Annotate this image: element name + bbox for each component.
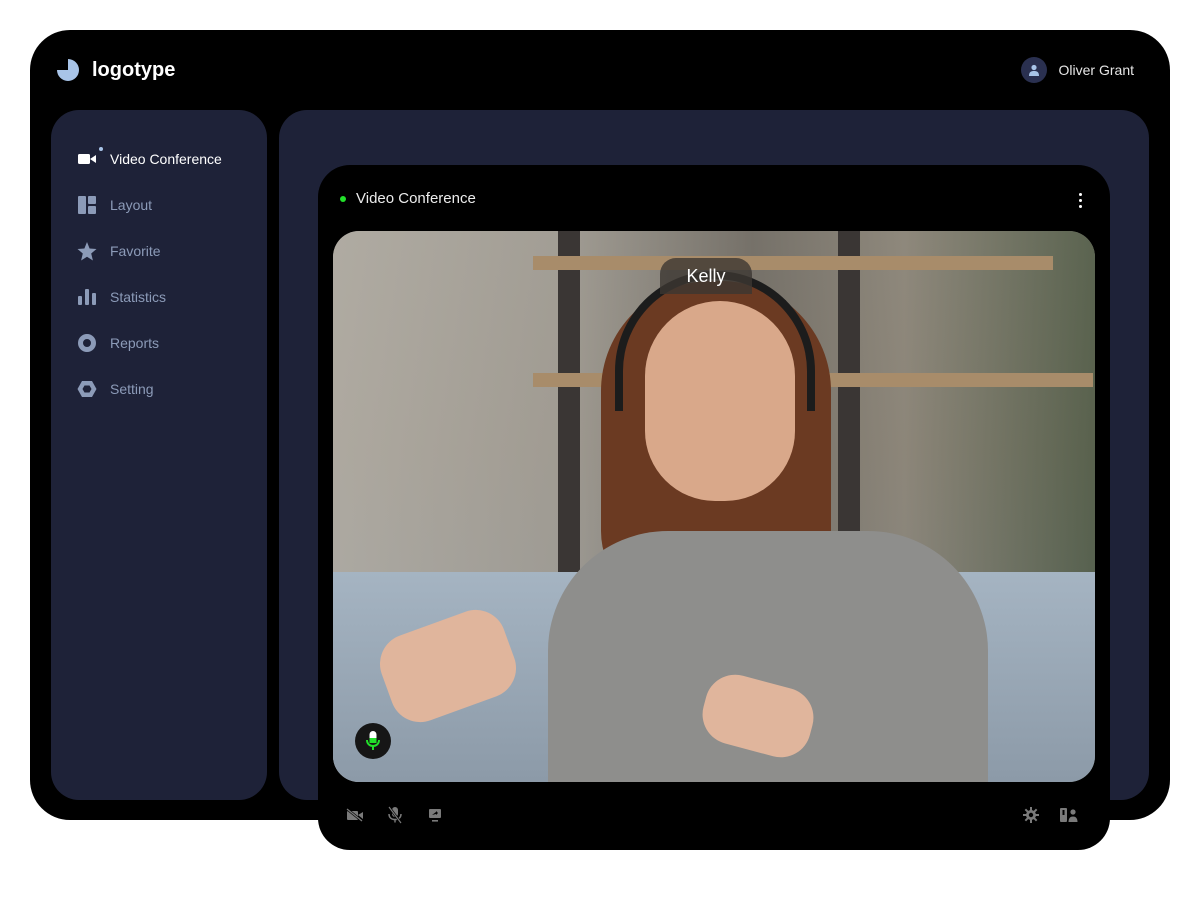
- sidebar-item-label: Favorite: [110, 243, 161, 259]
- more-dot: [1078, 198, 1082, 202]
- conference-card: Video Conference Kelly: [318, 165, 1110, 850]
- sidebar-item-video-conference[interactable]: Video Conference: [51, 136, 267, 182]
- sidebar-item-setting[interactable]: Setting: [51, 366, 267, 412]
- more-dot: [1078, 204, 1082, 208]
- ring-icon: [76, 333, 98, 353]
- active-indicator-dot: [99, 147, 103, 151]
- camera-off-icon: [346, 808, 363, 822]
- mute-mic-button[interactable]: [386, 806, 404, 824]
- hexagon-icon: [76, 379, 98, 399]
- camera-off-button[interactable]: [346, 806, 364, 824]
- sidebar-item-label: Setting: [110, 381, 154, 397]
- conference-header: Video Conference: [340, 190, 476, 207]
- logo-mark-icon: [57, 59, 79, 81]
- call-controls-right: [1022, 806, 1078, 824]
- sidebar-item-label: Video Conference: [110, 151, 222, 167]
- video-shelf-post: [558, 231, 580, 591]
- participants-button[interactable]: [1060, 806, 1078, 824]
- logo-text: logotype: [92, 58, 176, 81]
- user-profile[interactable]: Oliver Grant: [1020, 57, 1134, 83]
- avatar[interactable]: [1020, 57, 1047, 83]
- participants-icon: [1060, 808, 1078, 822]
- sidebar-item-statistics[interactable]: Statistics: [51, 274, 267, 320]
- sidebar: Video Conference Layout Favorite Statist…: [51, 110, 267, 800]
- video-camera-icon: [76, 147, 103, 169]
- star-icon: [76, 241, 98, 261]
- sidebar-item-label: Reports: [110, 335, 160, 351]
- sidebar-item-layout[interactable]: Layout: [51, 182, 267, 228]
- logo[interactable]: logotype: [56, 58, 175, 82]
- screen-share-button[interactable]: [426, 806, 444, 824]
- screen-share-icon: [429, 809, 441, 822]
- participant-name-tag: Kelly: [660, 258, 752, 294]
- sidebar-item-reports[interactable]: Reports: [51, 320, 267, 366]
- sidebar-item-label: Statistics: [110, 289, 167, 305]
- user-name: Oliver Grant: [1058, 62, 1134, 78]
- bar-chart-icon: [76, 287, 98, 307]
- settings-gear-icon: [1023, 807, 1039, 823]
- more-vertical-icon: [1078, 192, 1082, 196]
- call-controls-left: [346, 806, 444, 824]
- conference-title: Video Conference: [356, 190, 476, 207]
- more-options-button[interactable]: [1072, 190, 1088, 210]
- mic-active-button[interactable]: [355, 723, 391, 759]
- sidebar-item-favorite[interactable]: Favorite: [51, 228, 267, 274]
- layout-icon: [76, 195, 98, 215]
- video-shelf: [533, 256, 1053, 270]
- user-icon: [1028, 64, 1039, 76]
- video-feed[interactable]: Kelly: [333, 231, 1095, 782]
- live-status-dot: [340, 195, 346, 202]
- sidebar-item-label: Layout: [110, 197, 153, 213]
- settings-button[interactable]: [1022, 806, 1040, 824]
- mic-active-icon: [366, 731, 380, 750]
- mic-off-icon: [388, 806, 402, 824]
